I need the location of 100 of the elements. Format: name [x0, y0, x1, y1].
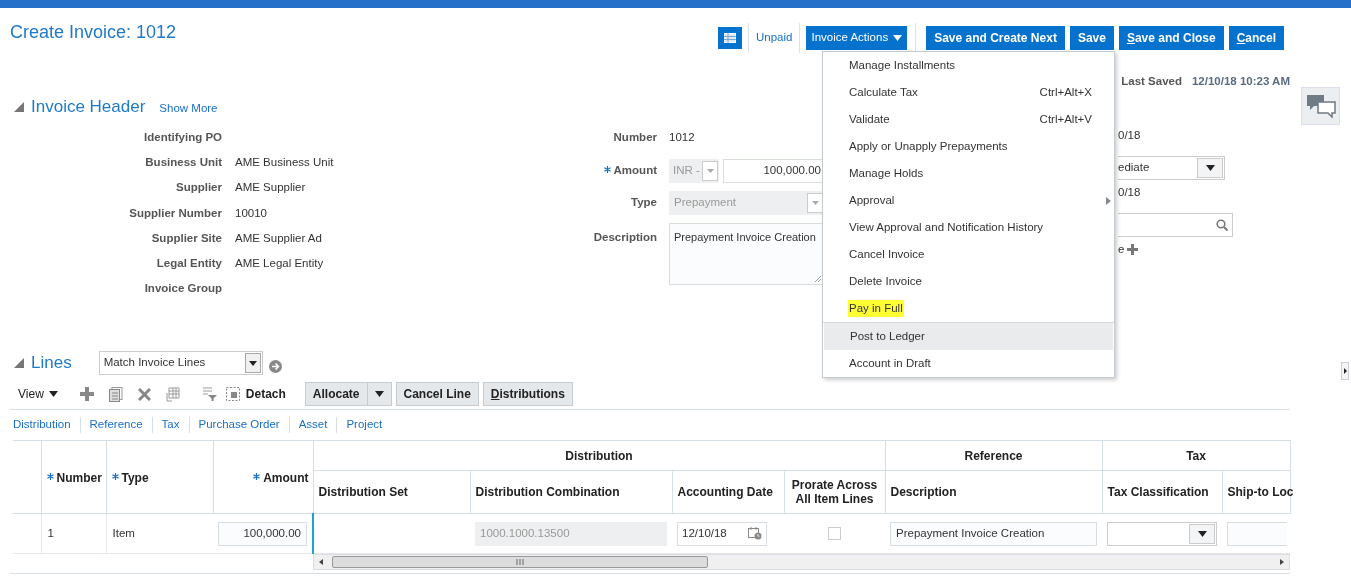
detach-button[interactable]: Detach: [245, 385, 286, 403]
field-value: 1012: [669, 130, 695, 146]
field-label: Business Unit: [144, 155, 222, 171]
column-group-header: Distribution: [565, 448, 633, 463]
horizontal-scrollbar[interactable]: [313, 554, 1290, 570]
menu-item[interactable]: Account in Draft: [823, 350, 1114, 377]
menu-item[interactable]: Approval: [823, 187, 1114, 214]
filter-icon[interactable]: [201, 387, 217, 401]
toolbar-button[interactable]: Save and Close: [1118, 26, 1224, 50]
column-header: Tax Classification: [1107, 485, 1209, 499]
menu-item[interactable]: Pay in Full: [823, 295, 1114, 322]
column-header: Amount: [263, 471, 309, 486]
tab-link[interactable]: Reference: [89, 416, 143, 434]
invoice-actions-button[interactable]: Invoice Actions: [806, 26, 908, 50]
menu-item[interactable]: Manage Holds: [823, 160, 1114, 187]
tab-link[interactable]: Tax: [161, 416, 180, 434]
menu-item[interactable]: Calculate Tax Ctrl+Alt+X: [823, 79, 1114, 106]
field-value: 0/18: [1118, 127, 1142, 143]
input-field[interactable]: Prepayment Invoice Creation: [890, 521, 1097, 546]
menu-item[interactable]: View Approval and Notification History: [823, 214, 1114, 241]
menu-item[interactable]: Delete Invoice: [823, 268, 1114, 295]
column-header: Description: [890, 485, 957, 499]
field-label: Number: [613, 130, 657, 146]
field-value: AME Legal Entity: [235, 255, 325, 271]
field-label: Supplier Site: [150, 230, 222, 246]
add-icon[interactable]: [79, 387, 94, 401]
column-header: Prorate Across All Item Lines: [790, 478, 879, 506]
collapse-icon[interactable]: [14, 102, 24, 112]
action-button[interactable]: Cancel Line: [395, 382, 479, 406]
menu-item[interactable]: Manage Installments: [823, 52, 1114, 79]
arrow-icon: [1343, 368, 1347, 374]
match-lines-select[interactable]: Match Invoice Lines: [98, 351, 263, 375]
view-menu[interactable]: View: [18, 385, 58, 403]
column-group-header: Tax: [1186, 448, 1206, 463]
input-field[interactable]: [1227, 521, 1287, 546]
menu-item[interactable]: Apply or Unapply Prepayments: [823, 133, 1114, 160]
field-value: AME Business Unit: [235, 155, 335, 171]
last-saved-time: 12/10/18 10:23 AM: [1191, 74, 1290, 90]
tab-link[interactable]: Distribution: [13, 416, 71, 434]
dropdown-field[interactable]: ediate: [1118, 156, 1225, 180]
chat-icon: [1305, 94, 1336, 118]
action-button[interactable]: Distributions: [482, 382, 573, 406]
grid-icon: [724, 33, 736, 43]
duplicate-icon[interactable]: [108, 386, 123, 402]
caret-icon: [248, 360, 257, 366]
column-group-header: Reference: [964, 448, 1023, 463]
resize-handle-icon: [815, 276, 821, 282]
caret-icon: [893, 35, 903, 41]
show-more-link[interactable]: Show More: [159, 99, 218, 118]
table-cell: 1: [46, 526, 54, 539]
freeze-columns-icon[interactable]: [165, 386, 180, 402]
collapse-icon[interactable]: [14, 358, 24, 368]
caret-icon: [706, 169, 714, 173]
status-link[interactable]: Unpaid: [755, 29, 794, 47]
field-label: Supplier: [175, 180, 222, 196]
caret-icon: [374, 391, 384, 397]
toolbar-button[interactable]: Save and Create Next: [926, 26, 1065, 50]
search-field[interactable]: [1118, 213, 1233, 237]
grid-view-button[interactable]: [718, 27, 742, 49]
menu-item[interactable]: Cancel Invoice: [823, 241, 1114, 268]
toolbar-button[interactable]: Save: [1069, 26, 1114, 50]
field-label: Description: [593, 230, 657, 245]
field-label: Amount: [613, 163, 657, 179]
caret-icon: [1197, 530, 1207, 537]
column-header: Distribution Combination: [475, 485, 620, 499]
shortcut-text: Ctrl+Alt+V: [1039, 111, 1092, 127]
field-value: 0/18: [1118, 184, 1142, 200]
column-header: Type: [121, 471, 149, 486]
input-field[interactable]: 100,000.00: [218, 521, 307, 546]
tab-link[interactable]: Purchase Order: [198, 416, 280, 434]
menu-item[interactable]: Validate Ctrl+Alt+V: [823, 106, 1114, 133]
date-field[interactable]: 12/10/18: [677, 521, 767, 546]
description-field[interactable]: Prepayment Invoice Creation: [669, 223, 824, 285]
tab-link[interactable]: Project: [346, 416, 383, 434]
caret-icon: [811, 201, 819, 205]
add-icon[interactable]: [1127, 244, 1139, 255]
grip-icon: [516, 559, 524, 565]
calendar-icon[interactable]: [748, 527, 762, 540]
dropdown-field[interactable]: [1107, 521, 1217, 546]
page-title: Create Invoice: 1012: [10, 21, 177, 43]
go-icon[interactable]: [268, 359, 282, 373]
column-header: Ship-to Loc: [1227, 485, 1294, 499]
field-label: e: [1118, 241, 1125, 257]
column-header: Accounting Date: [677, 485, 773, 499]
chat-panel-button[interactable]: [1301, 87, 1340, 125]
menu-item[interactable]: Post to Ledger: [824, 323, 1113, 350]
section-title: Lines: [31, 352, 72, 375]
caret-icon: [1205, 165, 1215, 171]
detach-icon[interactable]: [225, 387, 240, 401]
panel-toggle-handle[interactable]: [1341, 362, 1349, 380]
field-label: Identifying PO: [143, 129, 222, 145]
delete-icon[interactable]: [137, 387, 151, 401]
checkbox[interactable]: [828, 527, 841, 540]
tab-link[interactable]: Asset: [298, 416, 328, 434]
toolbar-button[interactable]: Cancel: [1228, 26, 1284, 50]
field-label: Invoice Group: [143, 281, 222, 297]
field-value: AME Supplier: [235, 180, 307, 196]
search-icon: [1216, 219, 1228, 231]
last-saved-label: Last Saved: [1121, 74, 1182, 90]
split-button[interactable]: Allocate: [304, 382, 392, 406]
